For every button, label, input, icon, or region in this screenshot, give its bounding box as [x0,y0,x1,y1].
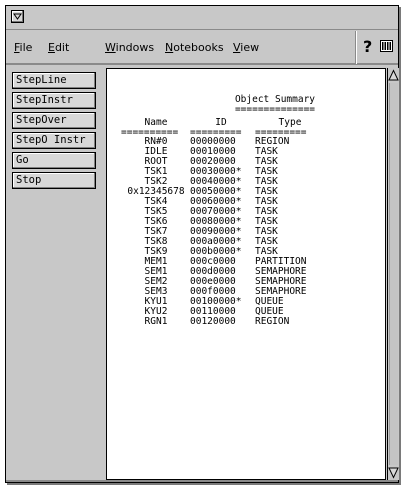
menu-file[interactable]: File [14,41,32,54]
menu-notebooks[interactable]: Notebooks [165,41,224,54]
stepover-button[interactable]: StepOver [12,112,96,129]
menu-windows[interactable]: Windows [105,41,154,54]
object-id-cell: 00120000 [190,316,236,327]
object-name-cell: RGN1 [144,316,168,327]
scroll-down-arrow-icon[interactable] [388,466,399,479]
vertical-scrollbar[interactable] [387,68,399,480]
step-control-panel: StepLine StepInstr StepOver StepO Instr … [8,68,104,480]
stepline-button[interactable]: StepLine [12,72,96,89]
go-button[interactable]: Go [12,152,96,169]
menu-separator [355,31,357,64]
gauge-icon[interactable] [380,40,393,52]
title-bar [6,6,398,30]
menu-view[interactable]: View [233,41,259,54]
stop-button[interactable]: Stop [12,172,96,189]
object-type-cell: REGION [255,316,290,327]
menu-edit[interactable]: Edit [48,41,69,54]
scrollbar-track[interactable] [389,83,398,465]
scroll-up-arrow-icon[interactable] [388,69,399,82]
help-icon[interactable]: ? [363,37,372,56]
table-row[interactable]: RGN1 00120000 REGION [107,317,387,327]
object-list: RN#0 00000000 REGION IDLE 00010000 TASK ROOT 00… [107,137,387,327]
stepinstr-button[interactable]: StepInstr [12,92,96,109]
stepo-instr-button[interactable]: StepO Instr [12,132,96,149]
debugger-window: File Edit Windows Notebooks View ? StepL… [5,5,399,483]
window-menu-icon[interactable] [11,10,24,23]
object-summary-pane[interactable]: Object Summary ============== Name ID Ty… [106,68,386,480]
summary-title-rule: ============== [234,104,316,115]
window-bottom-frame [6,480,398,482]
menu-bar: File Edit Windows Notebooks View ? [6,31,398,65]
